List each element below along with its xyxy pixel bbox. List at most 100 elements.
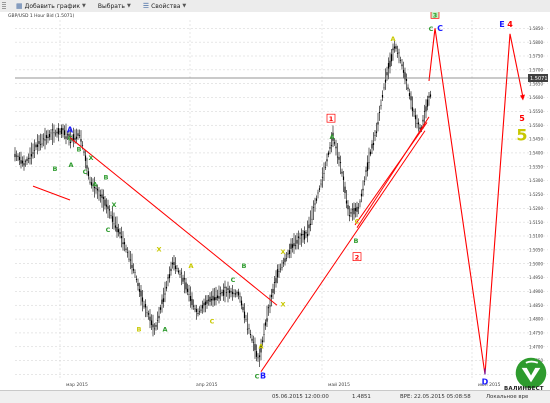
candle-body	[26, 158, 28, 162]
candle-body	[287, 253, 289, 255]
wave-label: C	[106, 226, 111, 234]
y-tick-label: 1.5050	[529, 247, 543, 252]
candle-body	[38, 141, 40, 144]
candle-body	[77, 133, 79, 136]
status-gmt: ВРЕ: 22.05.2015 05:08:58	[400, 394, 471, 400]
candle-body	[108, 209, 111, 211]
candle-body	[96, 188, 99, 191]
candle-body	[392, 48, 394, 51]
candle-body	[252, 341, 255, 343]
wave-label: 2	[355, 254, 360, 262]
properties-label: Свойства	[151, 2, 181, 10]
candle-body	[207, 299, 210, 301]
wave-label: B	[354, 237, 359, 245]
candle-body	[140, 290, 142, 297]
candle-body	[147, 313, 150, 315]
wave-label: A	[67, 125, 74, 134]
candle-body	[117, 229, 120, 233]
candle-body	[345, 200, 348, 204]
candle-body	[119, 232, 121, 235]
toolbar-grip[interactable]	[2, 2, 6, 10]
candle-body	[134, 272, 136, 273]
candle-body	[240, 300, 243, 306]
candle-body	[255, 351, 258, 357]
candle-body	[89, 181, 91, 183]
y-tick-label: 1.5600	[529, 95, 543, 100]
properties-button[interactable]: ☰ Свойства ▼	[141, 2, 188, 10]
candle-body	[104, 199, 106, 206]
candle-body	[204, 301, 207, 305]
candle-body	[344, 186, 346, 194]
candle-body	[402, 69, 405, 73]
candle-body	[305, 232, 307, 234]
candle-body	[360, 193, 363, 197]
candle-body	[210, 298, 213, 301]
candle-body	[98, 190, 100, 192]
candle-body	[51, 129, 54, 131]
candle-body	[378, 111, 381, 113]
candle-body	[74, 138, 76, 140]
candle-body	[264, 322, 267, 326]
candle-body	[138, 288, 141, 292]
candle-body	[291, 244, 294, 248]
wave-label: C	[355, 218, 360, 226]
add-chart-button[interactable]: ▦ Добавить график ▼	[14, 2, 88, 10]
candle-body	[323, 172, 325, 174]
status-local: Локальное вре	[486, 394, 529, 400]
candle-body	[36, 144, 39, 147]
chevron-down-icon: ▼	[182, 3, 187, 9]
candle-body	[410, 96, 412, 101]
y-tick-label: 1.5100	[529, 234, 543, 239]
candle-body	[180, 272, 183, 274]
candle-body	[216, 295, 219, 299]
candle-body	[197, 312, 199, 315]
wave-label: B	[260, 372, 266, 381]
candle-body	[422, 119, 424, 122]
candle-body	[45, 135, 48, 138]
candle-body	[258, 355, 261, 358]
candle-body	[200, 309, 202, 311]
wave-label: A	[68, 161, 73, 169]
candle-body	[369, 151, 372, 155]
candle-body	[413, 111, 415, 112]
candle-body	[23, 163, 25, 166]
candle-body	[386, 72, 388, 76]
candle-body	[209, 296, 211, 302]
candle-body	[155, 324, 157, 327]
candle-body	[284, 258, 286, 262]
wave-label: X	[88, 154, 93, 162]
candle-body	[296, 239, 298, 244]
wave-label: C	[231, 276, 236, 284]
price-chart[interactable]: мар 2015 апр 2015 май 2015 июн 2015 1.58501…	[0, 12, 550, 390]
candle-body	[263, 333, 265, 335]
candle-body	[125, 248, 127, 250]
candle-body	[330, 145, 333, 146]
select-button[interactable]: Выбрать ▼	[96, 3, 133, 10]
candle-body	[333, 142, 336, 144]
candle-body	[213, 297, 216, 301]
candle-body	[30, 154, 33, 157]
candle-body	[57, 128, 60, 135]
candle-body	[237, 291, 240, 296]
y-tick-label: 1.5250	[529, 192, 543, 197]
candle-body	[417, 122, 420, 125]
candle-body	[224, 286, 226, 289]
candle-body	[299, 237, 301, 239]
candle-body	[279, 268, 282, 270]
candle-body	[219, 293, 222, 295]
candle-body	[342, 176, 345, 181]
candle-body	[396, 52, 399, 54]
candle-body	[272, 289, 274, 293]
candle-body	[411, 107, 414, 111]
wave-label: E	[499, 20, 504, 29]
candle-body	[150, 320, 153, 325]
wave-label: X	[280, 248, 285, 256]
candle-body	[87, 171, 90, 177]
candle-body	[381, 94, 384, 98]
candle-body	[314, 203, 316, 205]
x-tick-label: май 2015	[328, 381, 350, 388]
candle-body	[164, 293, 166, 295]
candle-body	[189, 296, 192, 301]
candle-body	[405, 79, 408, 81]
y-tick-label: 1.4800	[529, 317, 543, 322]
